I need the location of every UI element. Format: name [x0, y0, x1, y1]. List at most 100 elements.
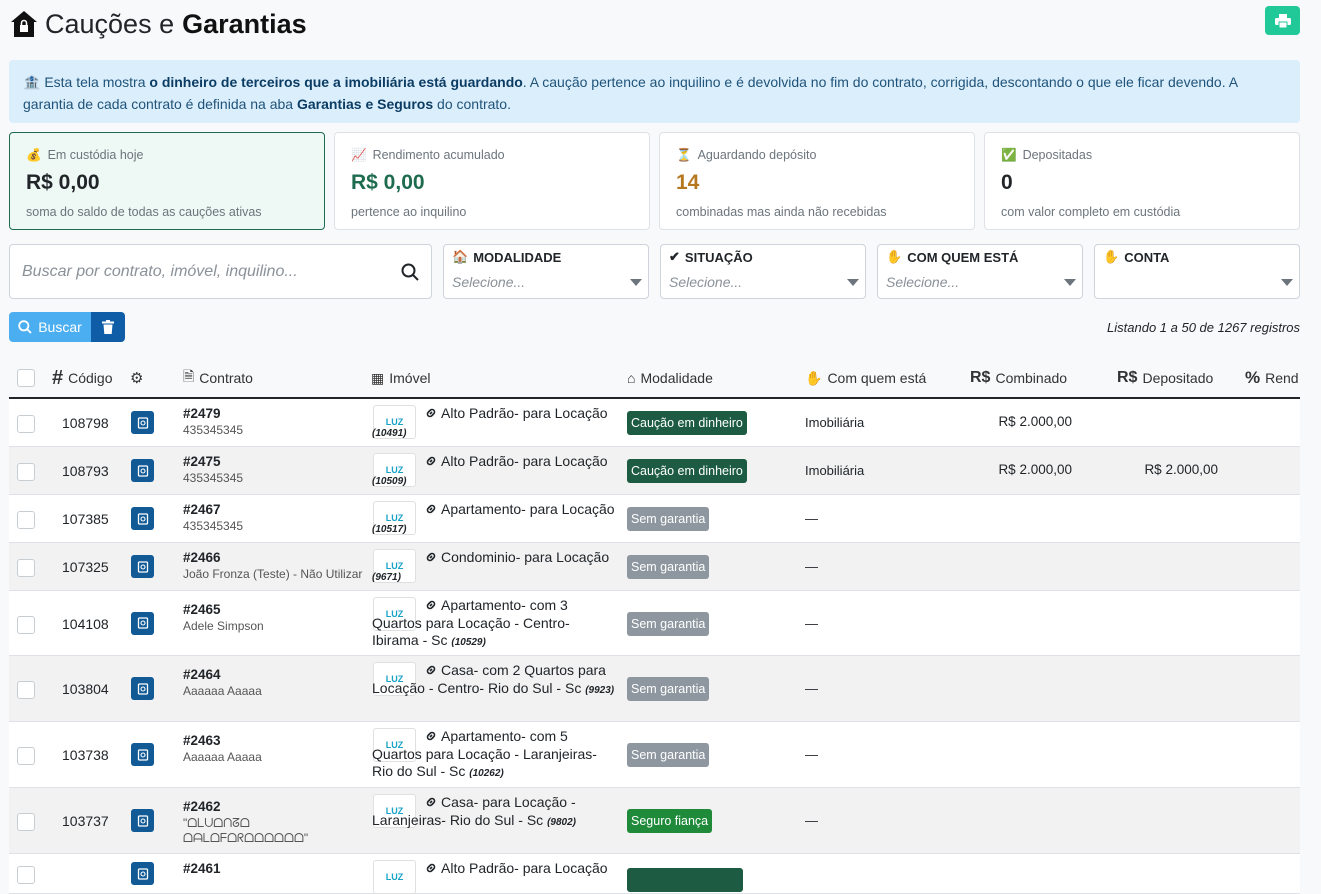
row-checkbox[interactable] [17, 511, 35, 529]
document-icon [137, 814, 148, 827]
search-button[interactable]: Buscar [9, 312, 91, 342]
table-row[interactable]: 103804 #2464 Aaaaaa Aaaaa LUZ Casa- com 2 Qu… [9, 656, 1300, 722]
property-title[interactable]: Apartamento- para Locação [441, 501, 615, 517]
row-checkbox[interactable] [17, 813, 35, 831]
property-code: (10262) [469, 768, 504, 779]
hourglass-icon: ⏳ [676, 147, 692, 162]
contract-number[interactable]: #2463 [183, 733, 368, 748]
property-title[interactable]: Alto Padrão- para Locação [441, 860, 608, 876]
contract-number[interactable]: #2475 [183, 454, 368, 469]
row-checkbox[interactable] [17, 559, 35, 577]
contract-number[interactable]: #2467 [183, 502, 368, 517]
contract-cell[interactable]: #2462 "ᗝᒪᑌᗝᑎᘔᗝ ᗝᗩᒪᗝᖴᗝᖇᗝᗝᗝᗝᗝᗝ" [183, 799, 368, 846]
table-row[interactable]: 107385 #2467 435345345 LUZ Apartamento- para… [9, 495, 1300, 543]
table-row[interactable]: 107325 #2466 João Fronza (Teste) - Não Uti… [9, 543, 1300, 591]
col-deposited-label: Depositado [1142, 370, 1214, 386]
modality-badge: Sem garantia [627, 743, 710, 767]
open-contract-button[interactable] [131, 411, 154, 434]
row-code: 108793 [62, 463, 109, 479]
open-contract-button[interactable] [131, 809, 154, 832]
filter-status[interactable]: ✔ SITUAÇÃO Selecione... [660, 244, 866, 299]
open-contract-button[interactable] [131, 555, 154, 578]
card-label: Depositadas [1022, 148, 1093, 162]
filter-modality[interactable]: 🏠 MODALIDADE Selecione... [443, 244, 649, 299]
property-title[interactable]: Casa- com 2 Quartos para Locação - Centr… [372, 662, 606, 696]
card-sub: com valor completo em custódia [1001, 205, 1181, 219]
contract-number[interactable]: #2479 [183, 406, 368, 421]
contract-cell[interactable]: #2479 435345345 [183, 406, 368, 438]
filter-account[interactable]: ✋ CONTA [1094, 244, 1300, 299]
open-contract-button[interactable] [131, 507, 154, 530]
property-title[interactable]: Casa- para Locação - Laranjeiras- Rio do… [372, 794, 576, 828]
property-cell[interactable]: Alto Padrão- para Locação (10491) [372, 405, 617, 442]
select-all-checkbox[interactable] [17, 369, 35, 387]
card-yield[interactable]: 📈 Rendimento acumulado R$ 0,00 pertence a… [334, 132, 650, 230]
contract-number[interactable]: #2462 [183, 799, 368, 814]
property-cell[interactable]: Apartamento- com 3 Quartos para Locação … [372, 597, 617, 652]
contract-number[interactable]: #2465 [183, 602, 368, 617]
row-checkbox[interactable] [17, 747, 35, 765]
property-cell[interactable]: Condominio- para Locação (9671) [372, 549, 617, 586]
print-button[interactable] [1265, 6, 1300, 35]
open-contract-button[interactable] [131, 677, 154, 700]
contract-cell[interactable]: #2464 Aaaaaa Aaaaa [183, 667, 368, 699]
card-custody[interactable]: 💰 Em custódia hoje R$ 0,00 soma do saldo … [9, 132, 325, 230]
col-contract[interactable]: 🗎 Contrato [183, 359, 253, 397]
holder-cell: — [805, 559, 818, 574]
contract-cell[interactable]: #2466 João Fronza (Teste) - Não Utilizar [183, 550, 368, 582]
table-row[interactable]: #2461 LUZ Alto Padrão- para Locação [9, 854, 1300, 894]
contract-cell[interactable]: #2467 435345345 [183, 502, 368, 534]
row-checkbox[interactable] [17, 415, 35, 433]
search-button-label: Buscar [38, 319, 82, 335]
holder-cell: — [805, 681, 818, 696]
table-row[interactable]: 104108 #2465 Adele Simpson LUZ Apartamento- … [9, 591, 1300, 656]
property-cell[interactable]: Apartamento- para Locação (10517) [372, 501, 617, 538]
document-icon [137, 512, 148, 525]
property-title[interactable]: Condominio- para Locação [441, 549, 609, 565]
col-deposited[interactable]: R$ Depositado [1117, 359, 1213, 397]
col-modality[interactable]: ⌂ Modalidade [627, 359, 713, 397]
table-row[interactable]: 103737 #2462 "ᗝᒪᑌᗝᑎᘔᗝ ᗝᗩᒪᗝᖴᗝᖇᗝᗝᗝᗝᗝᗝ" LUZ Cas… [9, 788, 1300, 854]
filter-label: MODALIDADE [473, 249, 562, 265]
row-checkbox[interactable] [17, 681, 35, 699]
table-row[interactable]: 103738 #2463 Aaaaaa Aaaaa LUZ Apartamento- c… [9, 722, 1300, 788]
modality-badge: Caução em dinheiro [627, 459, 747, 483]
open-contract-button[interactable] [131, 611, 154, 635]
card-deposited[interactable]: ✅ Depositadas 0 com valor completo em cus… [984, 132, 1300, 230]
clear-button[interactable] [91, 312, 125, 342]
property-cell[interactable]: Casa- para Locação - Laranjeiras- Rio do… [372, 794, 617, 831]
col-property[interactable]: ▦ Imóvel [371, 359, 430, 397]
select-all-header[interactable] [17, 359, 35, 397]
listing-count: Listando 1 a 50 de 1267 registros [1107, 320, 1300, 335]
property-title[interactable]: Alto Padrão- para Locação [441, 453, 608, 469]
contract-cell[interactable]: #2465 Adele Simpson [183, 602, 368, 634]
contract-number[interactable]: #2461 [183, 861, 368, 876]
col-yield[interactable]: % Rend [1245, 359, 1299, 397]
col-holder[interactable]: ✋ Com quem está [805, 359, 926, 397]
contract-number[interactable]: #2466 [183, 550, 368, 565]
open-contract-button[interactable] [131, 459, 154, 482]
contract-cell[interactable]: #2475 435345345 [183, 454, 368, 486]
property-title[interactable]: Alto Padrão- para Locação [441, 405, 608, 421]
row-checkbox[interactable] [17, 615, 35, 634]
row-checkbox[interactable] [17, 463, 35, 481]
col-code[interactable]: # Código [52, 359, 113, 397]
col-agreed[interactable]: R$ Combinado [970, 359, 1067, 397]
open-contract-button[interactable] [131, 862, 154, 885]
search-icon[interactable] [401, 263, 419, 281]
card-awaiting[interactable]: ⏳ Aguardando depósito 14 combinadas mas a… [659, 132, 975, 230]
house-lock-icon [11, 11, 37, 37]
filter-holder[interactable]: ✋ COM QUEM ESTÁ Selecione... [877, 244, 1083, 299]
property-cell[interactable]: Alto Padrão- para Locação (10509) [372, 453, 617, 490]
contract-number[interactable]: #2464 [183, 667, 368, 682]
property-cell[interactable]: Apartamento- com 5 Quartos para Locação … [372, 728, 617, 783]
property-cell[interactable]: Casa- com 2 Quartos para Locação - Centr… [372, 662, 617, 699]
table-row[interactable]: 108793 #2475 435345345 LUZ Alto Padrão- para… [9, 447, 1300, 495]
row-checkbox[interactable] [17, 866, 35, 884]
open-contract-button[interactable] [131, 743, 154, 766]
document-icon [137, 416, 148, 429]
property-code: (10491) [372, 427, 407, 439]
table-row[interactable]: 108798 #2479 435345345 LUZ Alto Padrão- para… [9, 399, 1300, 447]
contract-cell[interactable]: #2463 Aaaaaa Aaaaa [183, 733, 368, 765]
search-input[interactable]: Buscar por contrato, imóvel, inquilino..… [9, 244, 432, 299]
